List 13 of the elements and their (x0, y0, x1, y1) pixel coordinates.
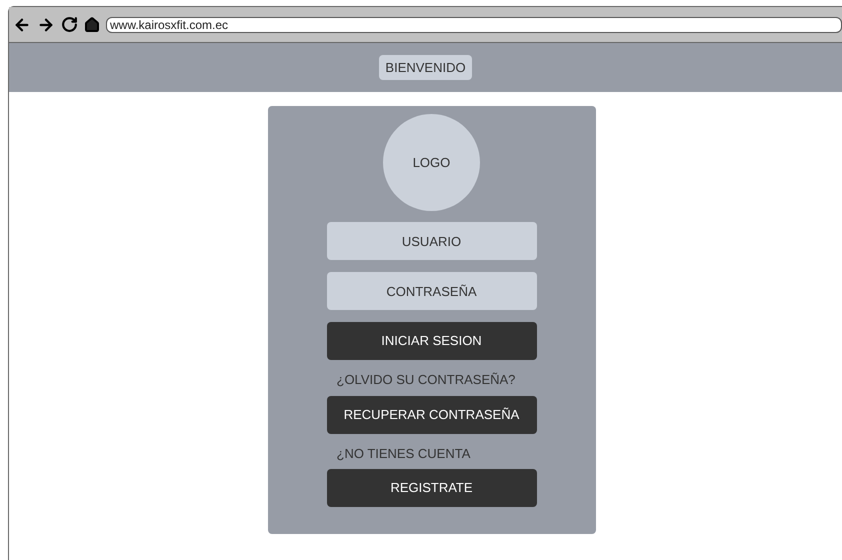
prompt-text: ¿NO TIENES CUENTA (336, 444, 472, 462)
forward-icon[interactable] (37, 16, 55, 34)
prompt-text: ¿OLVIDO SU CONTRASEÑA? (336, 371, 516, 389)
input-field[interactable]: USUARIO (326, 222, 536, 260)
button[interactable]: RECUPERAR CONTRASEÑA (326, 396, 536, 434)
address-bar[interactable]: www.kairosxfit.com.ec (106, 16, 842, 32)
back-icon[interactable] (13, 16, 31, 34)
header-title: BIENVENIDO (379, 54, 472, 80)
button[interactable]: INICIAR SESION (326, 322, 536, 360)
reload-icon[interactable] (61, 16, 78, 33)
button[interactable]: REGISTRATE (326, 469, 536, 507)
input-field[interactable]: CONTRASEÑA (326, 272, 536, 310)
home-icon[interactable] (84, 16, 100, 32)
